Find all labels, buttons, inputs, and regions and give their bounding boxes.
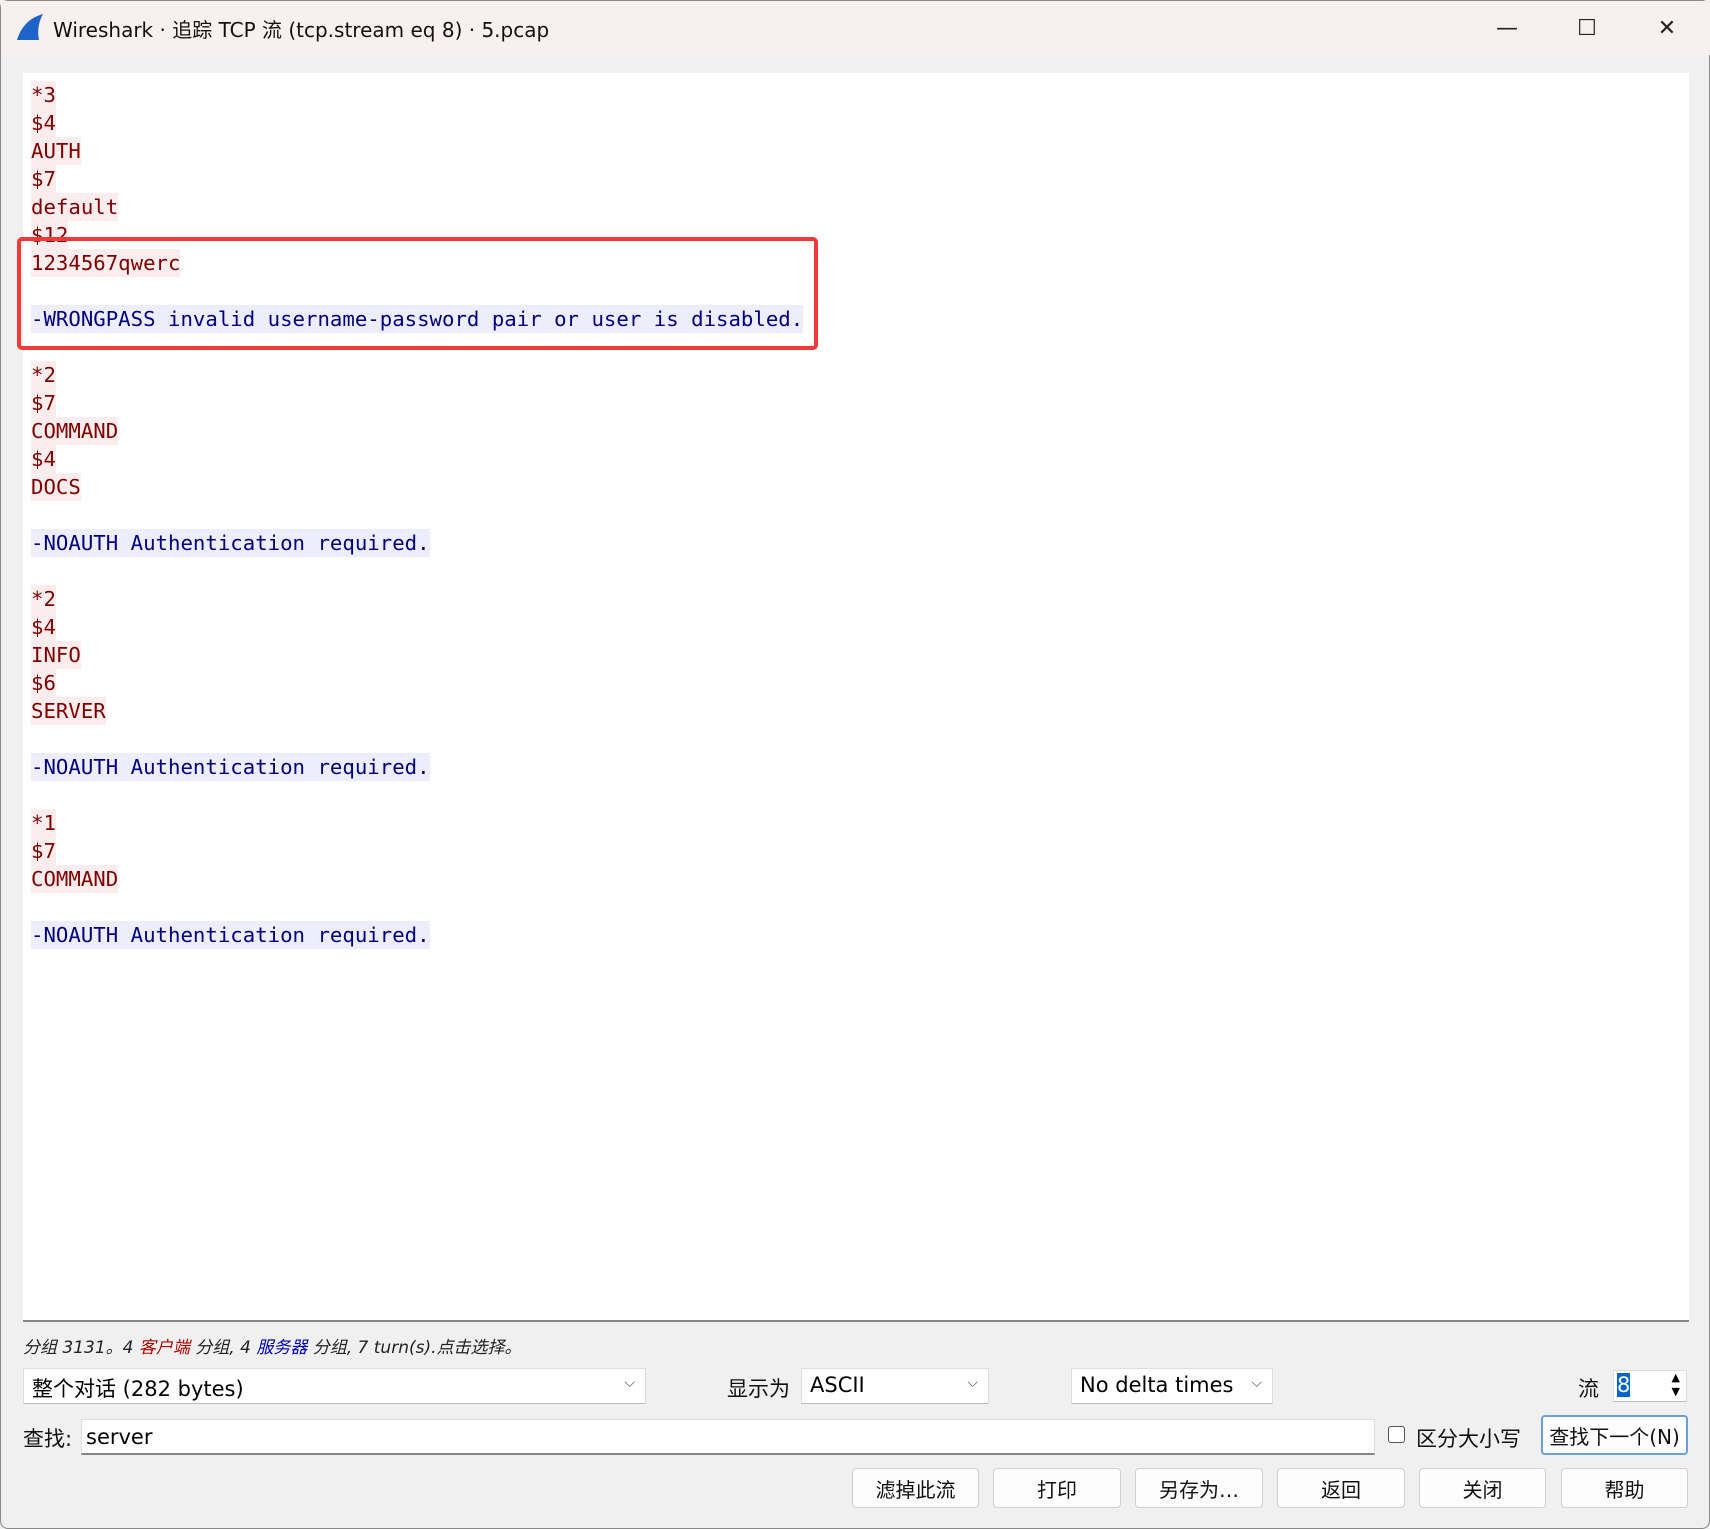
find-input[interactable]: server <box>81 1419 1375 1455</box>
stream-line-text: $6 <box>31 669 56 697</box>
stream-line-text: -NOAUTH Authentication required. <box>31 529 430 557</box>
status-part: 分组, 7 turn(s).点击选择。 <box>307 1338 522 1358</box>
stream-line-text: -NOAUTH Authentication required. <box>31 921 430 949</box>
stream-value: 8 <box>1617 1373 1631 1397</box>
stream-line-text: *3 <box>31 81 56 109</box>
stream-line-client: AUTH <box>31 137 803 165</box>
minimize-button[interactable]: — <box>1477 9 1537 47</box>
stream-lines: *3 $4 AUTH $7 default $12 1234567qwerc -WRONGPA… <box>31 81 804 949</box>
stream-line-text: -NOAUTH Authentication required. <box>31 753 430 781</box>
find-next-button[interactable]: 查找下一个(N) <box>1541 1415 1688 1455</box>
stream-line-server: -NOAUTH Authentication required. <box>31 753 803 781</box>
stream-line-client: *1 <box>31 809 803 837</box>
case-sensitive-label: 区分大小写 <box>1416 1427 1521 1451</box>
stream-line-text: INFO <box>31 641 81 669</box>
stream-line-text: default <box>31 193 119 221</box>
stream-line-blank <box>31 893 803 921</box>
stream-line-text: $4 <box>31 613 56 641</box>
stream-line-client: *2 <box>31 585 803 613</box>
print-button[interactable]: 打印 <box>993 1468 1121 1508</box>
stream-line-text: $7 <box>31 837 56 865</box>
conversation-value: 整个对话 (282 bytes) <box>32 1377 244 1401</box>
chevron-down-icon: ⌵ <box>967 1375 978 1391</box>
stream-line-client: *2 <box>31 361 803 389</box>
conversation-select[interactable]: 整个对话 (282 bytes) ⌵ <box>23 1368 646 1404</box>
stream-line-text: COMMAND <box>31 865 119 893</box>
stream-line-server: -NOAUTH Authentication required. <box>31 529 803 557</box>
title-bar: Wireshark · 追踪 TCP 流 (tcp.stream eq 8) ·… <box>1 1 1710 55</box>
status-part: 分组, 4 <box>189 1338 257 1358</box>
status-server: 服务器 <box>256 1338 308 1358</box>
stream-line-text: $7 <box>31 165 56 193</box>
stream-line-blank <box>31 781 803 809</box>
status-client: 客户端 <box>138 1338 190 1358</box>
stream-line-client: $4 <box>31 613 803 641</box>
show-as-select[interactable]: ASCII ⌵ <box>801 1368 989 1404</box>
spin-arrows-icon[interactable]: ▲ ▼ <box>1672 1371 1680 1399</box>
stream-line-text: DOCS <box>31 473 81 501</box>
stream-line-client: SERVER <box>31 697 803 725</box>
stream-line-server: -NOAUTH Authentication required. <box>31 921 803 949</box>
stream-line-blank <box>31 501 803 529</box>
stream-line-client: default <box>31 193 803 221</box>
delta-select[interactable]: No delta times ⌵ <box>1071 1368 1273 1404</box>
save-as-button[interactable]: 另存为… <box>1135 1468 1263 1508</box>
stream-line-text: $7 <box>31 389 56 417</box>
chevron-down-icon: ⌵ <box>1251 1375 1262 1391</box>
stream-line-text: SERVER <box>31 697 106 725</box>
stream-line-client: $7 <box>31 389 803 417</box>
scrollbar[interactable] <box>1689 73 1709 1322</box>
close-button[interactable]: ✕ <box>1637 9 1697 47</box>
find-label: 查找: <box>23 1427 73 1451</box>
stream-line-text: *1 <box>31 809 56 837</box>
stream-line-client: $6 <box>31 669 803 697</box>
stream-line-blank <box>31 725 803 753</box>
chevron-down-icon: ⌵ <box>624 1375 635 1391</box>
stream-line-text: $4 <box>31 445 56 473</box>
stream-line-text: *2 <box>31 585 56 613</box>
stream-line-client: COMMAND <box>31 865 803 893</box>
stream-line-client: *3 <box>31 81 803 109</box>
stream-line-text: $4 <box>31 109 56 137</box>
stream-line-client: $7 <box>31 165 803 193</box>
status-part: 分组 3131。4 <box>23 1338 139 1358</box>
window-title: Wireshark · 追踪 TCP 流 (tcp.stream eq 8) ·… <box>53 18 550 42</box>
stream-spinbox[interactable]: 8 ▲ ▼ <box>1613 1370 1687 1402</box>
show-as-value: ASCII <box>810 1373 865 1397</box>
stream-line-client: $4 <box>31 109 803 137</box>
stream-label: 流 <box>1578 1377 1599 1401</box>
stream-line-client: DOCS <box>31 473 803 501</box>
back-button[interactable]: 返回 <box>1277 1468 1405 1508</box>
stream-line-client: INFO <box>31 641 803 669</box>
stream-line-blank <box>31 557 803 585</box>
stream-line-text: *2 <box>31 361 56 389</box>
stream-line-client: $7 <box>31 837 803 865</box>
close-dialog-button[interactable]: 关闭 <box>1419 1468 1546 1508</box>
stream-line-client: COMMAND <box>31 417 803 445</box>
help-button[interactable]: 帮助 <box>1561 1468 1688 1508</box>
wireshark-logo-icon <box>17 14 43 40</box>
stream-line-text: COMMAND <box>31 417 119 445</box>
delta-value: No delta times <box>1080 1373 1234 1397</box>
case-sensitive-checkbox[interactable] <box>1388 1426 1405 1443</box>
maximize-button[interactable]: ☐ <box>1557 9 1617 47</box>
filter-out-button[interactable]: 滤掉此流 <box>852 1468 979 1508</box>
highlight-box <box>17 237 818 350</box>
show-as-label: 显示为 <box>727 1377 790 1401</box>
status-text: 分组 3131。4 客户端 分组, 4 服务器 分组, 7 turn(s).点击… <box>23 1333 522 1358</box>
stream-line-text: AUTH <box>31 137 81 165</box>
stream-line-client: $4 <box>31 445 803 473</box>
